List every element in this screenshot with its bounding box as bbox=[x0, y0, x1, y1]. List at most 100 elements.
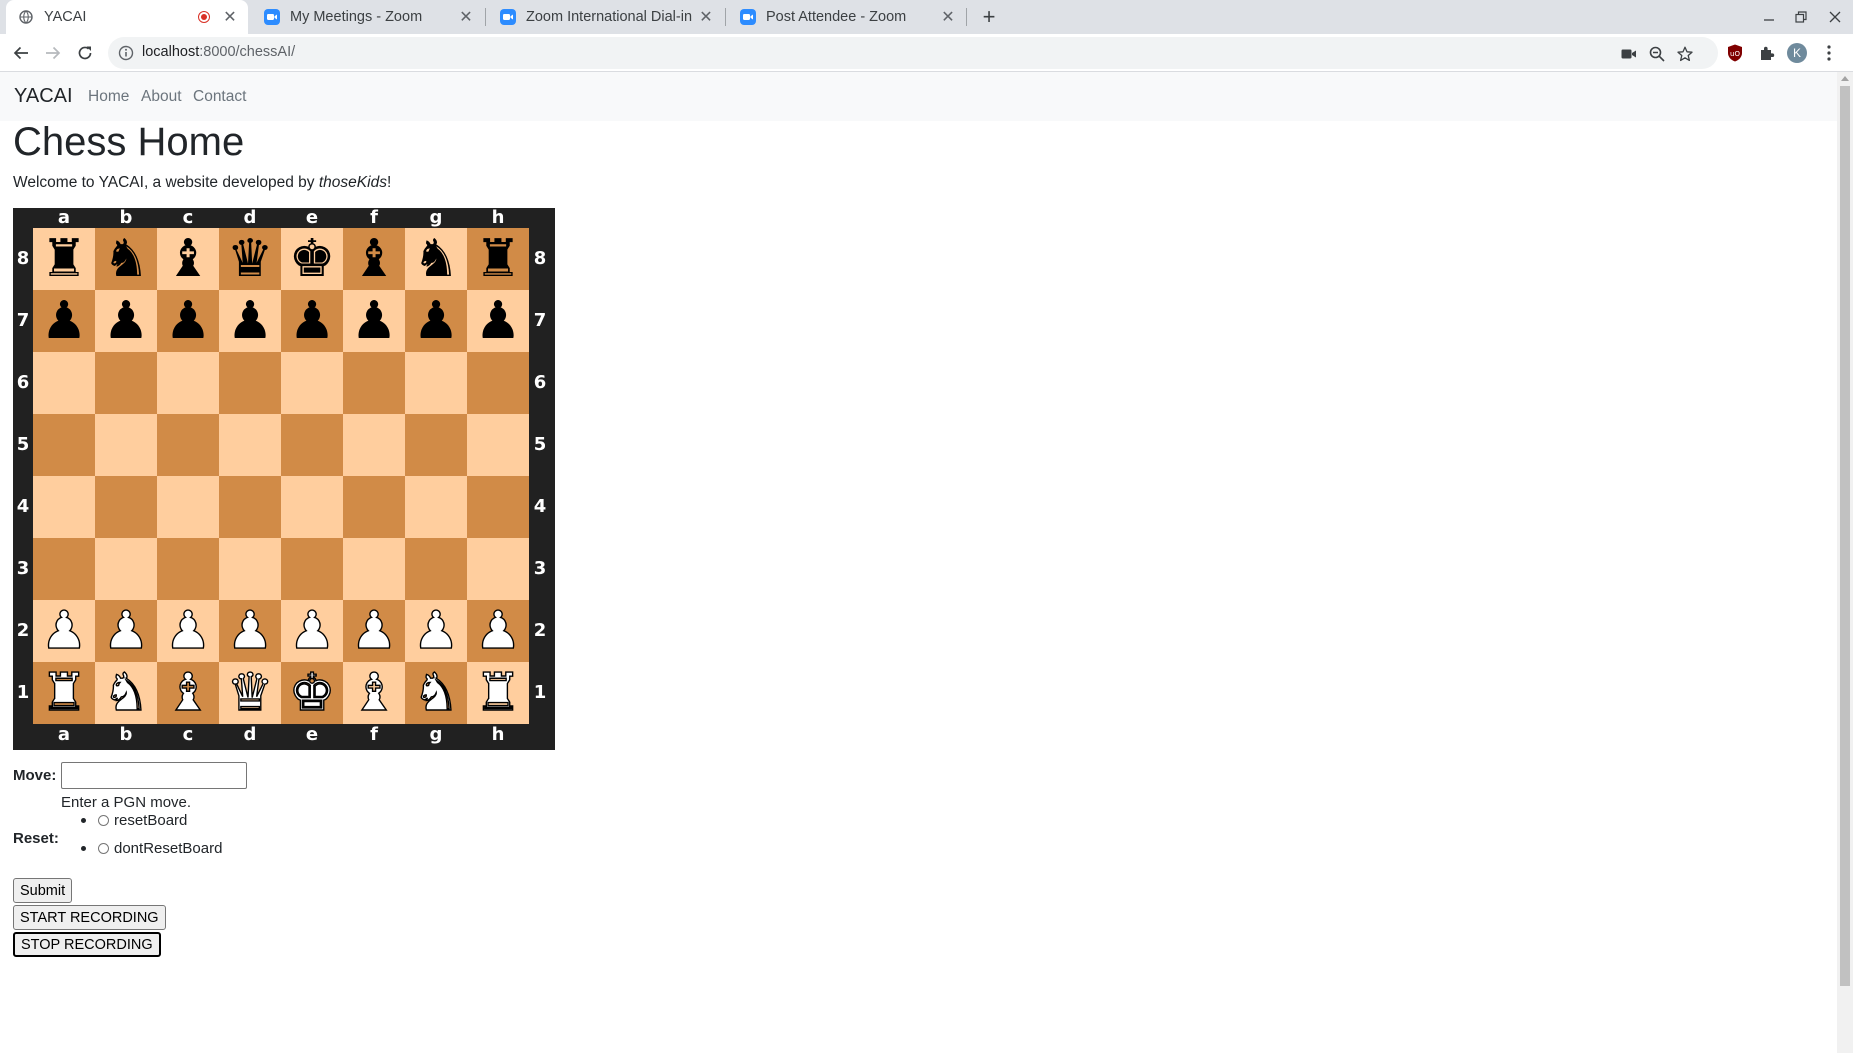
reset-board-radio[interactable] bbox=[98, 815, 109, 826]
black-rook-icon[interactable]: ♜ bbox=[475, 233, 522, 285]
square-h2[interactable]: ♟ bbox=[467, 600, 529, 662]
square-d6[interactable] bbox=[219, 352, 281, 414]
bookmark-star-icon[interactable] bbox=[1676, 45, 1694, 63]
tab-my-meetings-zoom[interactable]: My Meetings - Zoom ✕ bbox=[252, 0, 484, 34]
black-pawn-icon[interactable]: ♟ bbox=[165, 295, 212, 347]
square-d7[interactable]: ♟ bbox=[219, 290, 281, 352]
square-c2[interactable]: ♟ bbox=[157, 600, 219, 662]
square-c1[interactable]: ♝ bbox=[157, 662, 219, 724]
square-f6[interactable] bbox=[343, 352, 405, 414]
reload-icon[interactable] bbox=[72, 40, 98, 66]
submit-button[interactable]: Submit bbox=[13, 878, 73, 903]
square-a4[interactable] bbox=[33, 476, 95, 538]
white-pawn-icon[interactable]: ♟ bbox=[226, 604, 274, 657]
white-rook-icon[interactable]: ♜ bbox=[474, 666, 522, 719]
white-pawn-icon[interactable]: ♟ bbox=[412, 604, 460, 657]
close-tab-icon[interactable]: ✕ bbox=[220, 7, 240, 27]
minimize-window-icon[interactable] bbox=[1754, 0, 1784, 34]
square-h7[interactable]: ♟ bbox=[467, 290, 529, 352]
white-pawn-icon[interactable]: ♟ bbox=[40, 604, 88, 657]
square-b5[interactable] bbox=[95, 414, 157, 476]
square-b3[interactable] bbox=[95, 538, 157, 600]
square-a8[interactable]: ♜ bbox=[33, 228, 95, 290]
black-pawn-icon[interactable]: ♟ bbox=[413, 295, 460, 347]
white-rook-icon[interactable]: ♜ bbox=[40, 666, 88, 719]
square-h1[interactable]: ♜ bbox=[467, 662, 529, 724]
tab-post-attendee-zoom[interactable]: Post Attendee - Zoom ✕ bbox=[728, 0, 966, 34]
square-g5[interactable] bbox=[405, 414, 467, 476]
page-scrollbar[interactable] bbox=[1837, 72, 1853, 1053]
black-pawn-icon[interactable]: ♟ bbox=[41, 295, 88, 347]
browser-menu-icon[interactable] bbox=[1818, 42, 1840, 64]
square-g3[interactable] bbox=[405, 538, 467, 600]
close-tab-icon[interactable]: ✕ bbox=[938, 7, 958, 27]
profile-avatar[interactable]: K bbox=[1786, 42, 1808, 64]
square-h6[interactable] bbox=[467, 352, 529, 414]
square-h4[interactable] bbox=[467, 476, 529, 538]
white-pawn-icon[interactable]: ♟ bbox=[102, 604, 150, 657]
black-pawn-icon[interactable]: ♟ bbox=[289, 295, 336, 347]
dont-reset-board-radio[interactable] bbox=[98, 843, 109, 854]
square-g4[interactable] bbox=[405, 476, 467, 538]
reset-option-resetboard[interactable]: resetBoard bbox=[81, 812, 187, 829]
black-pawn-icon[interactable]: ♟ bbox=[227, 295, 274, 347]
close-tab-icon[interactable]: ✕ bbox=[456, 7, 476, 27]
tab-yacai[interactable]: YACAI ✕ bbox=[6, 0, 248, 34]
square-f4[interactable] bbox=[343, 476, 405, 538]
square-d1[interactable]: ♛ bbox=[219, 662, 281, 724]
new-tab-button[interactable]: + bbox=[976, 4, 1002, 30]
black-king-icon[interactable]: ♚ bbox=[289, 233, 336, 285]
square-g6[interactable] bbox=[405, 352, 467, 414]
address-bar[interactable]: localhost:8000/chessAI/ bbox=[108, 37, 1718, 69]
stop-recording-button[interactable]: STOP RECORDING bbox=[13, 932, 161, 957]
white-pawn-icon[interactable]: ♟ bbox=[288, 604, 336, 657]
camera-blocked-icon[interactable] bbox=[1620, 45, 1638, 63]
white-knight-icon[interactable]: ♞ bbox=[412, 666, 460, 719]
square-f1[interactable]: ♝ bbox=[343, 662, 405, 724]
square-a1[interactable]: ♜ bbox=[33, 662, 95, 724]
square-d2[interactable]: ♟ bbox=[219, 600, 281, 662]
square-c5[interactable] bbox=[157, 414, 219, 476]
square-e6[interactable] bbox=[281, 352, 343, 414]
square-e3[interactable] bbox=[281, 538, 343, 600]
square-a6[interactable] bbox=[33, 352, 95, 414]
square-h8[interactable]: ♜ bbox=[467, 228, 529, 290]
square-a3[interactable] bbox=[33, 538, 95, 600]
square-a5[interactable] bbox=[33, 414, 95, 476]
nav-link-home[interactable]: Home bbox=[88, 88, 129, 106]
white-pawn-icon[interactable]: ♟ bbox=[350, 604, 398, 657]
square-b1[interactable]: ♞ bbox=[95, 662, 157, 724]
square-e1[interactable]: ♚ bbox=[281, 662, 343, 724]
square-d8[interactable]: ♛ bbox=[219, 228, 281, 290]
white-pawn-icon[interactable]: ♟ bbox=[474, 604, 522, 657]
square-d5[interactable] bbox=[219, 414, 281, 476]
close-window-icon[interactable] bbox=[1820, 0, 1850, 34]
tab-zoom-international-dial-in[interactable]: Zoom International Dial-in ✕ bbox=[488, 0, 724, 34]
square-g1[interactable]: ♞ bbox=[405, 662, 467, 724]
square-e8[interactable]: ♚ bbox=[281, 228, 343, 290]
square-c8[interactable]: ♝ bbox=[157, 228, 219, 290]
nav-link-about[interactable]: About bbox=[141, 88, 182, 106]
black-knight-icon[interactable]: ♞ bbox=[103, 233, 150, 285]
nav-link-contact[interactable]: Contact bbox=[193, 88, 246, 106]
zoom-magnifier-icon[interactable] bbox=[1648, 45, 1666, 63]
square-h5[interactable] bbox=[467, 414, 529, 476]
site-info-icon[interactable] bbox=[118, 45, 134, 61]
black-rook-icon[interactable]: ♜ bbox=[41, 233, 88, 285]
square-g7[interactable]: ♟ bbox=[405, 290, 467, 352]
square-b2[interactable]: ♟ bbox=[95, 600, 157, 662]
square-b6[interactable] bbox=[95, 352, 157, 414]
square-f8[interactable]: ♝ bbox=[343, 228, 405, 290]
ublock-shield-icon[interactable]: uO bbox=[1724, 42, 1746, 64]
back-arrow-icon[interactable] bbox=[8, 40, 34, 66]
square-c4[interactable] bbox=[157, 476, 219, 538]
white-bishop-icon[interactable]: ♝ bbox=[164, 666, 212, 719]
square-f3[interactable] bbox=[343, 538, 405, 600]
square-c6[interactable] bbox=[157, 352, 219, 414]
square-b8[interactable]: ♞ bbox=[95, 228, 157, 290]
square-c7[interactable]: ♟ bbox=[157, 290, 219, 352]
square-d4[interactable] bbox=[219, 476, 281, 538]
square-c3[interactable] bbox=[157, 538, 219, 600]
black-pawn-icon[interactable]: ♟ bbox=[103, 295, 150, 347]
white-knight-icon[interactable]: ♞ bbox=[102, 666, 150, 719]
